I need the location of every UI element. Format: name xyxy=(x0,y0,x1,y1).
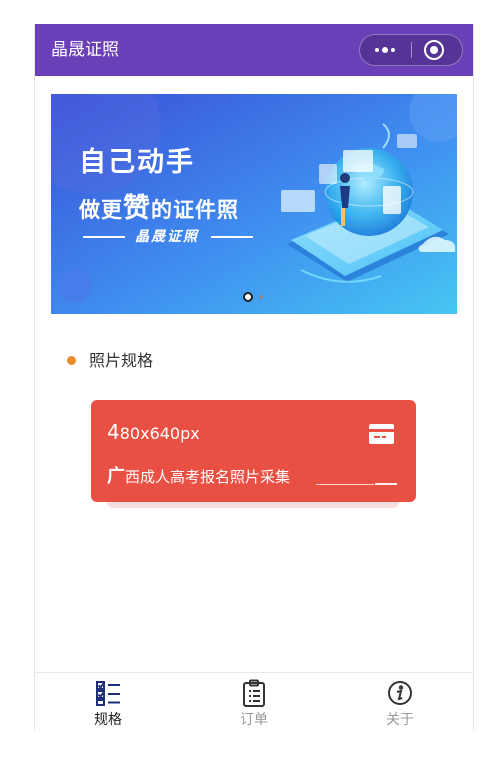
tab-label-about: 关于 xyxy=(386,712,414,728)
bullet-dot-icon xyxy=(67,356,76,365)
nav-title: 晶晟证照 xyxy=(51,40,119,60)
checklist-icon xyxy=(96,681,120,706)
banner-carousel[interactable]: 自己动手 做更赞的证件照 晶晟证照 xyxy=(51,94,457,314)
tab-label-orders: 订单 xyxy=(240,712,268,728)
card-underline-accent xyxy=(375,483,397,485)
banner-headline: 自己动手 xyxy=(79,147,195,178)
banner-rule-right xyxy=(211,236,253,238)
section-title: 照片规格 xyxy=(89,351,154,370)
target-circle-icon[interactable] xyxy=(424,40,444,60)
tab-bar: 规格 订单 关于 xyxy=(35,672,473,730)
menu-capsule xyxy=(359,34,463,66)
app-page: 晶晟证照 自己动手 做更赞的证件照 晶晟证照 照片规格 480x640px 广西… xyxy=(34,24,474,730)
card-underline xyxy=(316,484,374,485)
indicator-dot[interactable] xyxy=(259,295,263,299)
more-dots-icon[interactable] xyxy=(360,35,411,65)
tab-spec[interactable]: 规格 xyxy=(35,673,181,730)
capsule-divider xyxy=(411,42,412,58)
spec-name: 广西成人高考报名照片采集 xyxy=(107,466,291,487)
clipboard-icon xyxy=(243,679,265,707)
banner-rule-left xyxy=(83,236,125,238)
banner-subline: 做更赞的证件照 xyxy=(79,193,239,224)
banner-brand: 晶晟证照 xyxy=(135,229,199,245)
tab-about[interactable]: 关于 xyxy=(327,673,473,730)
spec-card[interactable]: 480x640px 广西成人高考报名照片采集 xyxy=(91,400,416,502)
tab-orders[interactable]: 订单 xyxy=(181,673,327,730)
card-icon xyxy=(369,424,394,444)
spec-size: 480x640px xyxy=(107,420,200,444)
tab-label-spec: 规格 xyxy=(94,712,122,728)
nav-bar: 晶晟证照 xyxy=(35,24,473,76)
indicator-dot-active[interactable] xyxy=(243,292,253,302)
info-circle-icon xyxy=(388,681,412,705)
